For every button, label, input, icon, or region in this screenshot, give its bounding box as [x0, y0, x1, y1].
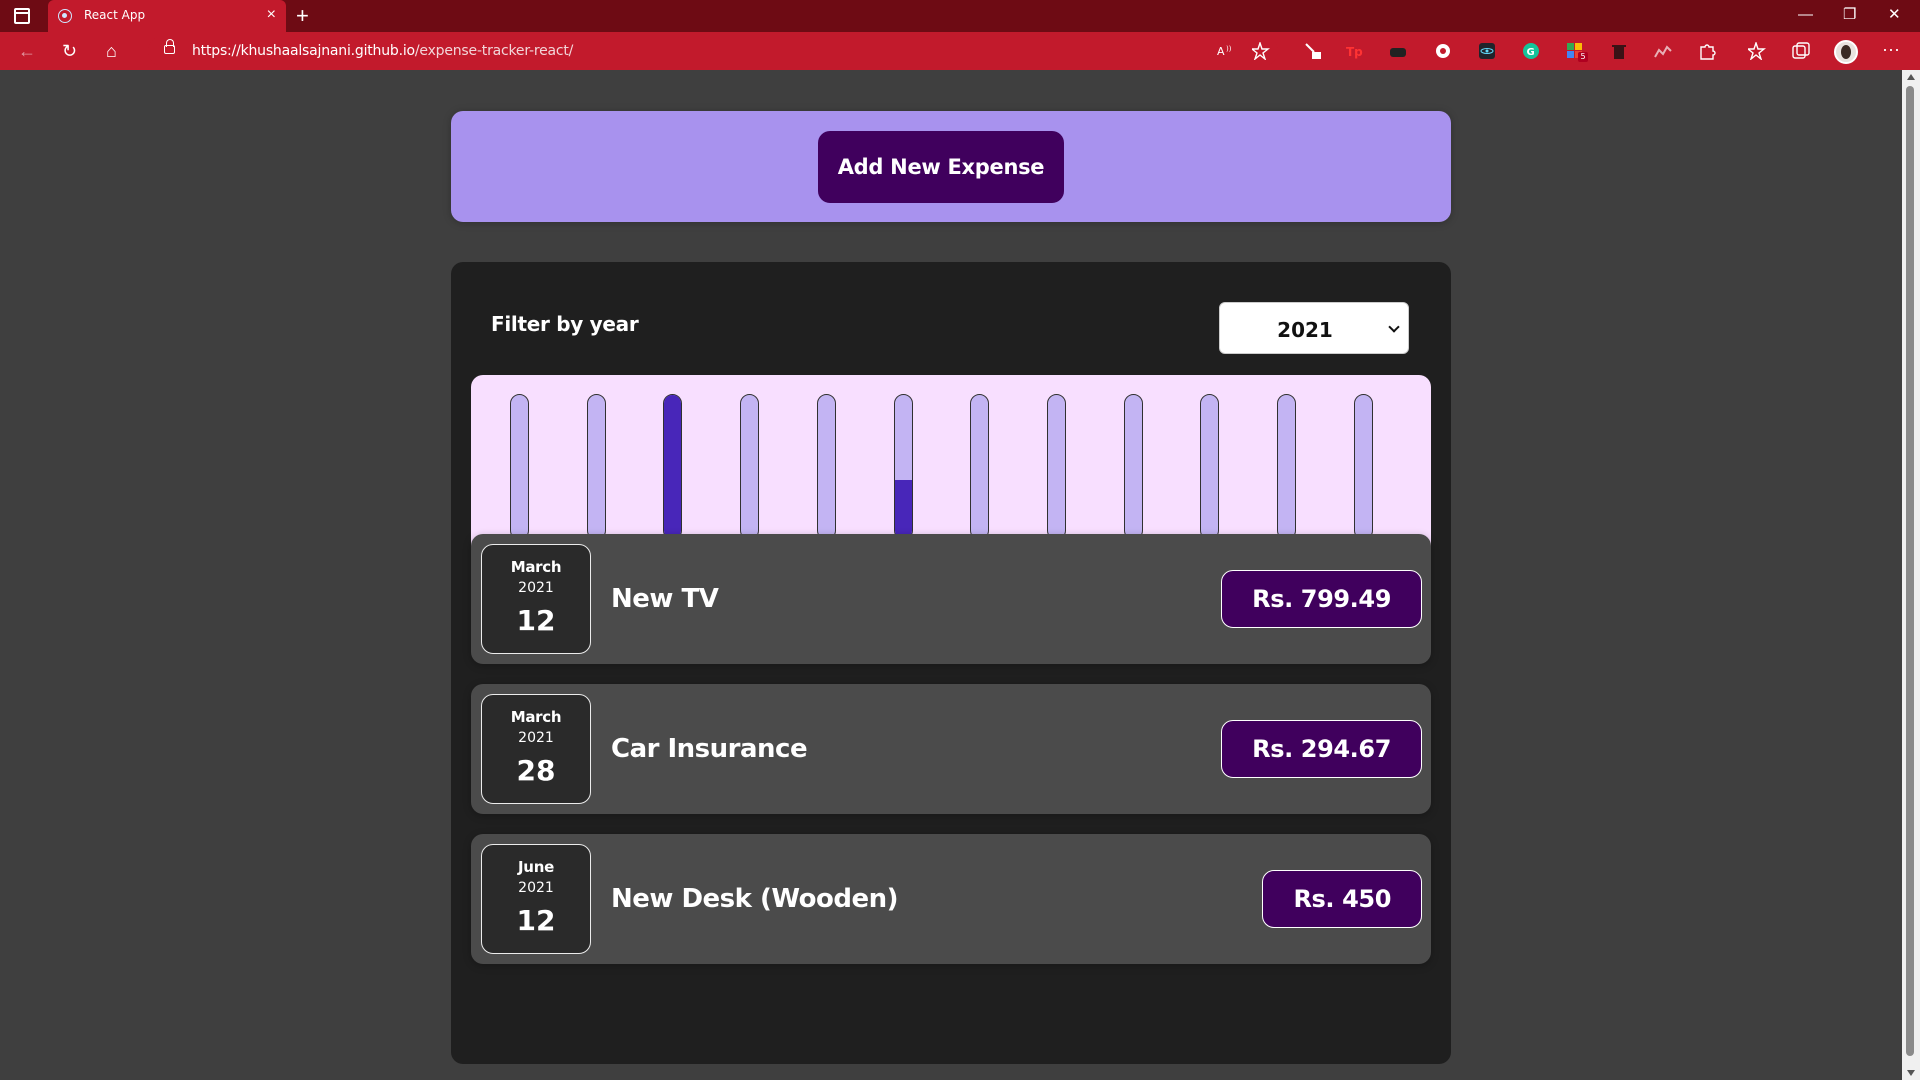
scrollbar-thumb[interactable] [1906, 86, 1914, 1056]
expense-date: March 2021 12 [481, 544, 591, 654]
url-path: /expense-tracker-react/ [414, 43, 574, 59]
chart-bar-fill [895, 479, 912, 539]
chart-bar-track [817, 394, 836, 540]
cat-extension-icon[interactable] [1389, 42, 1407, 60]
expense-date-day: 12 [516, 604, 556, 637]
chart-bar-track [1200, 394, 1219, 540]
expense-title: New Desk (Wooden) [611, 884, 899, 914]
chart-bar-track [1124, 394, 1143, 540]
url-host: https://khushaalsajnani.github.io [192, 43, 415, 59]
grammarly-icon[interactable]: G [1522, 42, 1540, 60]
tab-actions-icon[interactable] [14, 8, 30, 24]
page-scrollbar[interactable] [1902, 70, 1920, 1080]
expense-amount: Rs. 450 [1262, 870, 1422, 928]
expense-item[interactable]: June 2021 12 New Desk (Wooden) Rs. 450 [471, 834, 1431, 964]
chart-bar-track [1277, 394, 1296, 540]
svg-text:Tp: Tp [1346, 45, 1363, 59]
expense-date-day: 28 [516, 754, 556, 787]
expenses-panel: Filter by year 2021 JanFebMarAprMayJunJu… [451, 262, 1451, 1064]
more-menu-icon[interactable]: ··· [1882, 38, 1900, 60]
restore-icon[interactable]: ❐ [1843, 4, 1856, 26]
favorites-add-icon[interactable] [1252, 42, 1270, 60]
react-favicon-icon [58, 9, 72, 23]
browser-tab[interactable]: React App × [48, 0, 286, 32]
read-aloud-icon[interactable]: A)) [1216, 42, 1234, 60]
react-devtools-icon[interactable] [1478, 42, 1496, 60]
expense-date-month: March [510, 558, 562, 576]
year-select[interactable]: 2021 [1219, 302, 1409, 354]
new-expense-panel: Add New Expense [451, 111, 1451, 222]
chart-bar-track [587, 394, 606, 540]
svg-text:A: A [1217, 45, 1225, 58]
url-text[interactable]: https://khushaalsajnani.github.io/expens… [192, 43, 573, 59]
browser-toolbar: ← ↻ ⌂ https://khushaalsajnani.github.io/… [0, 32, 1920, 70]
expense-amount: Rs. 799.49 [1221, 570, 1422, 628]
chart-bar-track [510, 394, 529, 540]
address-bar[interactable]: https://khushaalsajnani.github.io/expens… [148, 36, 1278, 66]
chart-bar-track [894, 394, 913, 540]
expense-item[interactable]: March 2021 28 Car Insurance Rs. 294.67 [471, 684, 1431, 814]
extension-badge: 5 [1578, 52, 1588, 62]
circle-extension-icon[interactable] [1434, 42, 1452, 60]
close-window-icon[interactable]: ✕ [1888, 4, 1901, 26]
graph-extension-icon[interactable] [1654, 42, 1672, 60]
favorites-icon[interactable] [1748, 42, 1766, 60]
expense-date: March 2021 28 [481, 694, 591, 804]
expense-date-year: 2021 [518, 880, 554, 896]
chart-bar-track [663, 394, 682, 540]
expense-date-day: 12 [516, 904, 556, 937]
expense-date: June 2021 12 [481, 844, 591, 954]
collections-icon[interactable] [1792, 42, 1810, 60]
browser-tab-bar: React App × + — ❐ ✕ [0, 0, 1920, 32]
back-icon[interactable]: ← [18, 40, 36, 62]
lock-icon[interactable] [164, 39, 175, 54]
extensions-puzzle-icon[interactable] [1698, 42, 1716, 60]
add-new-expense-button[interactable]: Add New Expense [818, 131, 1064, 203]
scroll-up-icon[interactable] [1907, 74, 1915, 80]
expense-item[interactable]: March 2021 12 New TV Rs. 799.49 [471, 534, 1431, 664]
expense-date-year: 2021 [518, 730, 554, 746]
chart-bar-fill [664, 395, 681, 539]
reload-icon[interactable]: ↻ [62, 40, 77, 62]
trash-extension-icon[interactable] [1610, 42, 1628, 60]
filter-label: Filter by year [491, 312, 639, 336]
expense-amount: Rs. 294.67 [1221, 720, 1422, 778]
minimize-icon[interactable]: — [1798, 4, 1813, 26]
home-icon[interactable]: ⌂ [106, 40, 117, 62]
chevron-down-icon [1388, 321, 1400, 333]
chart-bar-track [970, 394, 989, 540]
new-tab-button[interactable]: + [296, 4, 309, 28]
scroll-down-icon[interactable] [1907, 1070, 1915, 1076]
expense-date-month: June [518, 858, 554, 876]
tab-title: React App [84, 8, 146, 22]
chart-bar-track [1047, 394, 1066, 540]
expense-date-month: March [510, 708, 562, 726]
svg-text:)): )) [1226, 45, 1232, 53]
svg-text:G: G [1527, 47, 1535, 58]
selected-year: 2021 [1277, 318, 1333, 342]
profile-avatar[interactable] [1834, 40, 1858, 64]
chart-bar-track [1354, 394, 1373, 540]
expense-title: New TV [611, 584, 719, 614]
chart-bar-track [740, 394, 759, 540]
tp-extension-icon[interactable]: Tp [1346, 42, 1364, 60]
expense-title: Car Insurance [611, 734, 808, 764]
close-tab-icon[interactable]: × [267, 6, 276, 24]
pen-extension-icon[interactable] [1304, 42, 1322, 60]
expense-date-year: 2021 [518, 580, 554, 596]
